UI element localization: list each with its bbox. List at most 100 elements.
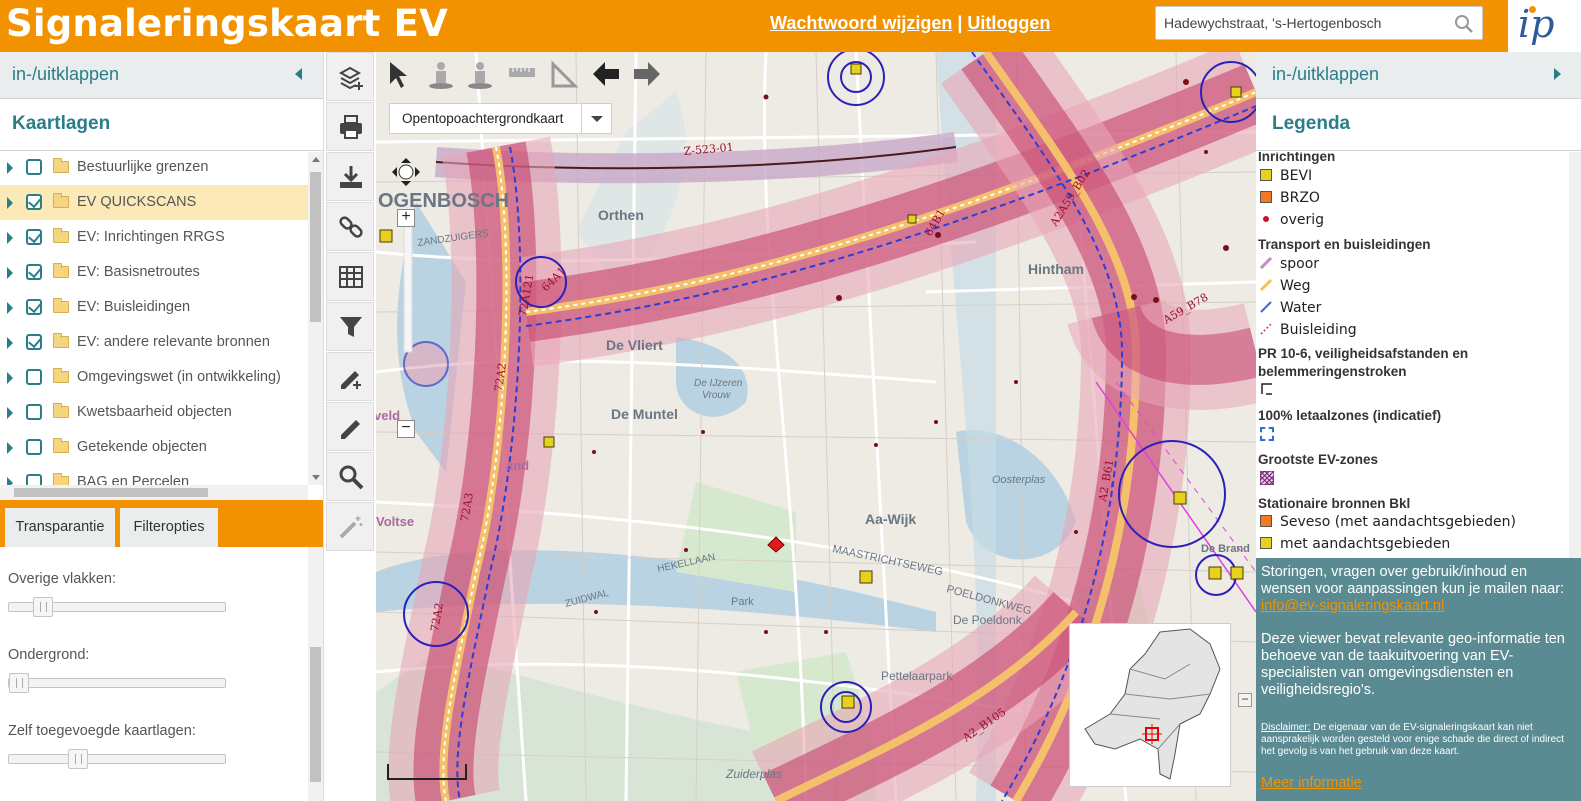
layer-item[interactable]: EV QUICKSCANS bbox=[0, 185, 308, 220]
info-contact-label: Storingen, vragen over gebruik/inhoud en… bbox=[1261, 564, 1565, 597]
zoom-out-button[interactable]: − bbox=[397, 420, 415, 438]
table-button[interactable] bbox=[326, 252, 374, 301]
map-label-muntel: De Muntel bbox=[611, 406, 678, 422]
slider-zelf-toegevoegd[interactable] bbox=[8, 749, 226, 769]
expand-triangle-icon[interactable] bbox=[7, 232, 13, 244]
minimap-toggle-button[interactable]: − bbox=[1238, 693, 1252, 707]
layer-item[interactable]: BAG en Percelen bbox=[0, 465, 308, 485]
change-password-link[interactable]: Wachtwoord wijzigen bbox=[770, 13, 952, 33]
right-collapse-bar[interactable]: in-/uitklappen bbox=[1256, 52, 1581, 99]
slider-handle[interactable] bbox=[9, 673, 29, 693]
address-search[interactable] bbox=[1155, 6, 1483, 40]
folder-icon bbox=[53, 228, 69, 243]
collapse-left-icon[interactable] bbox=[295, 68, 302, 80]
arrow-forward-icon[interactable] bbox=[634, 62, 660, 86]
expand-triangle-icon[interactable] bbox=[7, 407, 13, 419]
layer-item[interactable]: EV: Basisnetroutes bbox=[0, 255, 308, 290]
left-collapse-label[interactable]: in-/uitklappen bbox=[12, 64, 119, 85]
layer-label[interactable]: EV: Inrichtingen RRGS bbox=[77, 229, 225, 245]
logout-link[interactable]: Uitloggen bbox=[967, 13, 1050, 33]
arrow-back-icon[interactable] bbox=[593, 62, 619, 86]
layer-list-scrollbar[interactable] bbox=[308, 152, 323, 485]
layer-label[interactable]: Bestuurlijke grenzen bbox=[77, 159, 208, 175]
draw-add-button[interactable] bbox=[326, 352, 374, 401]
expand-triangle-icon[interactable] bbox=[7, 302, 13, 314]
layer-item[interactable]: EV: Buisleidingen bbox=[0, 290, 308, 325]
layer-checkbox[interactable] bbox=[26, 474, 42, 485]
scroll-thumb[interactable] bbox=[310, 172, 321, 322]
left-collapse-bar[interactable]: in-/uitklappen bbox=[0, 52, 323, 99]
layer-label[interactable]: Kwetsbaarheid objecten bbox=[77, 404, 232, 420]
expand-triangle-icon[interactable] bbox=[7, 337, 13, 349]
right-collapse-label[interactable]: in-/uitklappen bbox=[1272, 64, 1379, 85]
collapse-right-icon[interactable] bbox=[1554, 68, 1561, 80]
layers-section-header: Kaartlagen bbox=[0, 99, 323, 151]
layer-label[interactable]: EV: Buisleidingen bbox=[77, 299, 190, 315]
sliders-scroll-thumb[interactable] bbox=[310, 647, 321, 782]
hscroll-thumb[interactable] bbox=[14, 488, 208, 497]
layer-label[interactable]: EV QUICKSCANS bbox=[77, 194, 196, 210]
expand-triangle-icon[interactable] bbox=[7, 267, 13, 279]
tab-transparantie[interactable]: Transparantie bbox=[5, 508, 115, 547]
layer-item[interactable]: Omgevingswet (in ontwikkeling) bbox=[0, 360, 308, 395]
sliders-scrollbar[interactable] bbox=[308, 547, 323, 801]
filter-button[interactable] bbox=[326, 302, 374, 351]
info-email-link[interactable]: info@ev-signaleringskaart.nl bbox=[1261, 598, 1444, 614]
layer-checkbox[interactable] bbox=[26, 264, 42, 280]
scroll-down-icon[interactable] bbox=[312, 475, 320, 480]
search-input[interactable] bbox=[1164, 7, 1444, 39]
search-tool-button[interactable] bbox=[326, 452, 374, 501]
zoom-in-button[interactable]: + bbox=[397, 209, 415, 227]
more-info-link[interactable]: Meer informatie bbox=[1261, 775, 1362, 791]
expand-triangle-icon[interactable] bbox=[7, 372, 13, 384]
layer-item[interactable]: Kwetsbaarheid objecten bbox=[0, 395, 308, 430]
layer-label[interactable]: EV: andere relevante bronnen bbox=[77, 334, 270, 350]
layer-item[interactable]: EV: Inrichtingen RRGS bbox=[0, 220, 308, 255]
slider-handle[interactable] bbox=[32, 597, 53, 617]
layer-label[interactable]: EV: Basisnetroutes bbox=[77, 264, 200, 280]
area-measure-icon[interactable] bbox=[551, 60, 579, 88]
expand-triangle-icon[interactable] bbox=[7, 477, 13, 485]
expand-triangle-icon[interactable] bbox=[7, 197, 13, 209]
search-icon[interactable] bbox=[1454, 14, 1474, 34]
slider-handle[interactable] bbox=[68, 749, 89, 769]
map-select-arrow-icon[interactable] bbox=[390, 62, 407, 88]
overview-minimap[interactable] bbox=[1069, 623, 1231, 787]
layer-label[interactable]: Omgevingswet (in ontwikkeling) bbox=[77, 369, 281, 385]
add-layers-button[interactable] bbox=[326, 52, 374, 101]
slider-overige[interactable] bbox=[8, 597, 226, 617]
person-marker-icon[interactable] bbox=[429, 62, 453, 89]
layer-checkbox[interactable] bbox=[26, 299, 42, 315]
layer-checkbox[interactable] bbox=[26, 404, 42, 420]
person-marker-icon-2[interactable] bbox=[468, 62, 492, 89]
scroll-up-icon[interactable] bbox=[312, 157, 320, 162]
layer-checkbox[interactable] bbox=[26, 334, 42, 350]
layer-checkbox[interactable] bbox=[26, 439, 42, 455]
layer-label[interactable]: BAG en Percelen bbox=[77, 474, 189, 485]
expand-triangle-icon[interactable] bbox=[7, 442, 13, 454]
print-button[interactable] bbox=[326, 102, 374, 151]
layer-item[interactable]: EV: andere relevante bronnen bbox=[0, 325, 308, 360]
legend-label-buisleiding: Buisleiding bbox=[1280, 322, 1357, 338]
layer-checkbox[interactable] bbox=[26, 229, 42, 245]
layer-list-hscrollbar[interactable] bbox=[0, 485, 308, 500]
download-button[interactable] bbox=[326, 152, 374, 201]
layer-checkbox[interactable] bbox=[26, 159, 42, 175]
layer-label[interactable]: Getekende objecten bbox=[77, 439, 207, 455]
layer-checkbox[interactable] bbox=[26, 194, 42, 210]
magic-wand-button[interactable] bbox=[326, 502, 374, 551]
link-button[interactable] bbox=[326, 202, 374, 251]
ruler-icon[interactable] bbox=[509, 68, 535, 77]
layer-checkbox[interactable] bbox=[26, 369, 42, 385]
layer-item[interactable]: Getekende objecten bbox=[0, 430, 308, 465]
legend-item-ev-zones-symbol bbox=[1260, 471, 1282, 488]
slider-ondergrond[interactable] bbox=[8, 673, 226, 693]
edit-button[interactable] bbox=[326, 402, 374, 451]
expand-triangle-icon[interactable] bbox=[7, 162, 13, 174]
background-map-select[interactable]: Opentopoachtergrondkaart bbox=[389, 103, 612, 134]
tab-filteropties[interactable]: Filteropties bbox=[120, 508, 218, 547]
chevron-down-icon[interactable] bbox=[581, 104, 611, 133]
layer-item[interactable]: Bestuurlijke grenzen bbox=[0, 152, 308, 185]
legend-heading-inrichtingen: Inrichtingen bbox=[1258, 152, 1336, 164]
background-map-value[interactable]: Opentopoachtergrondkaart bbox=[402, 111, 563, 126]
